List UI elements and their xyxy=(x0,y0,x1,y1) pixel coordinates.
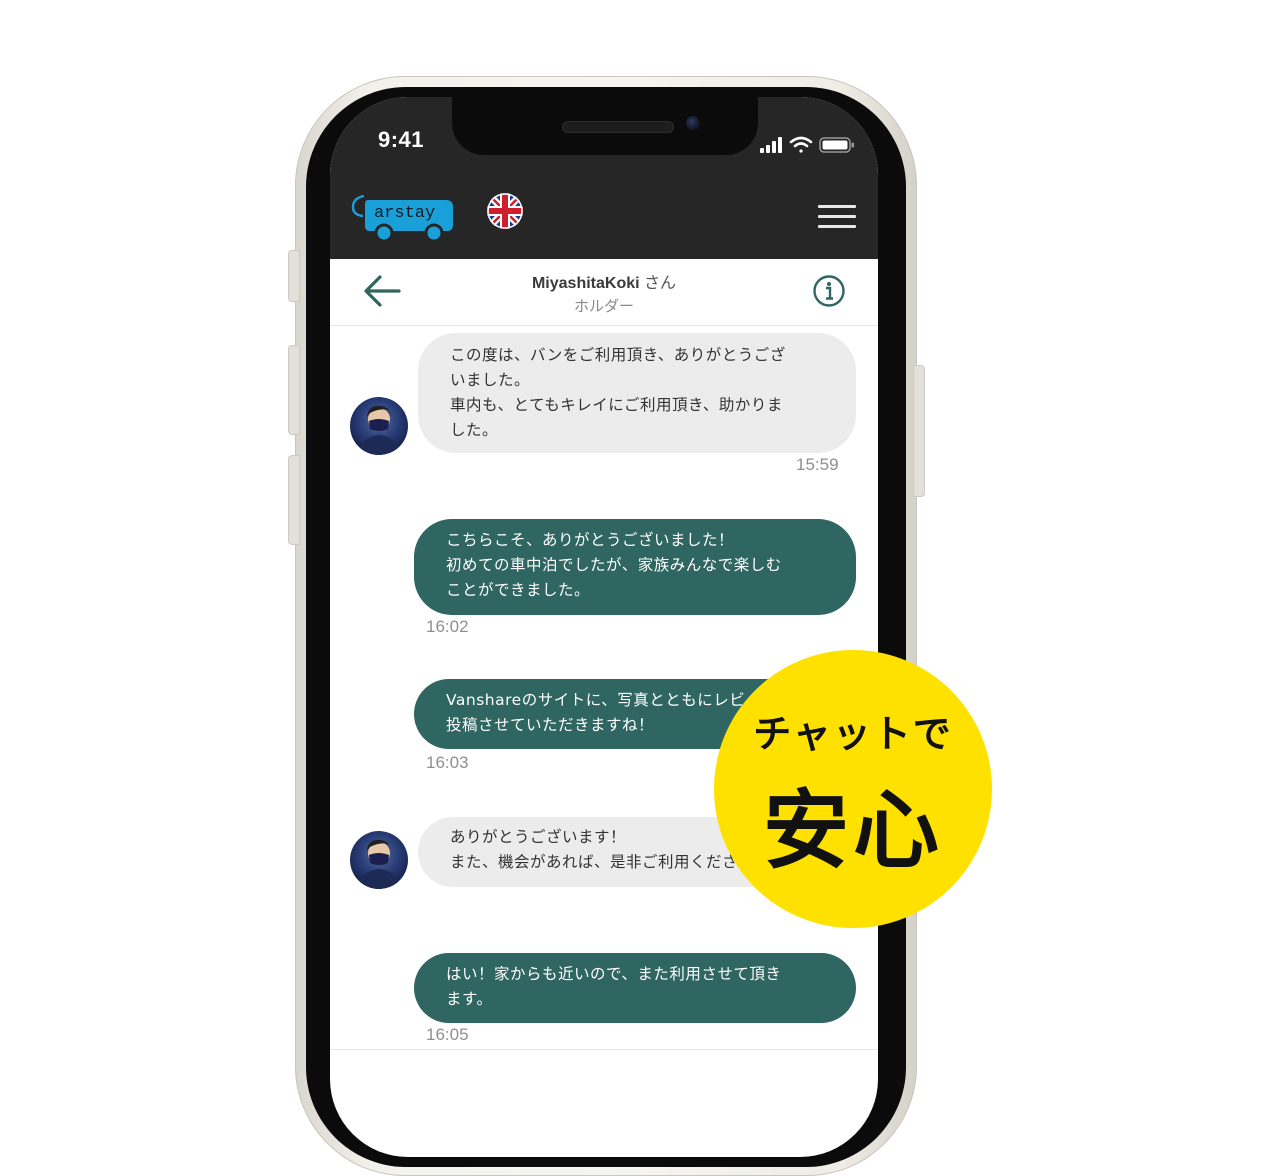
app-bar: 9:41 arstay xyxy=(330,97,878,259)
hamburger-menu-icon[interactable] xyxy=(818,205,856,231)
chat-partner-role: ホルダー xyxy=(573,297,634,315)
divider xyxy=(330,1049,878,1050)
front-camera xyxy=(686,116,700,130)
person-icon xyxy=(358,405,400,455)
silent-switch xyxy=(288,250,300,302)
message-outgoing: はい！家からも近いので、また利用させて頂き ます。 xyxy=(414,953,856,1023)
volume-down-button xyxy=(288,455,300,545)
badge-title: 安心 xyxy=(763,781,943,881)
status-icons xyxy=(760,136,854,153)
carstay-logo[interactable]: arstay xyxy=(350,192,460,244)
message-text: はい！家からも近いので、また利用させて頂き ます。 xyxy=(446,965,782,1008)
info-icon[interactable] xyxy=(812,274,846,308)
person-icon xyxy=(358,839,400,889)
message-time: 16:05 xyxy=(426,1025,469,1044)
signal-icon xyxy=(760,137,782,153)
message-time: 16:02 xyxy=(426,617,469,636)
message-time: 16:03 xyxy=(426,753,469,772)
message-text: この度は、バンをご利用頂き、ありがとうござ いました。 車内も、とてもキレイにご… xyxy=(450,346,786,439)
honorific-text: さん xyxy=(644,275,677,292)
notch xyxy=(452,97,758,155)
message-outgoing: こちらこそ、ありがとうございました！ 初めての車中泊でしたが、家族みんなで楽しむ… xyxy=(414,519,856,615)
avatar[interactable] xyxy=(350,397,408,455)
earpiece-speaker xyxy=(562,121,674,133)
chat-partner-name: MiyashitaKoki さん xyxy=(430,269,778,293)
status-time: 9:41 xyxy=(378,127,425,152)
back-arrow-icon[interactable] xyxy=(363,273,403,309)
phone-screen: 9:41 arstay MiyashitaKoki さん ホルダー この度は、バ… xyxy=(330,97,878,1157)
message-time: 15:59 xyxy=(796,455,839,474)
wifi-icon xyxy=(789,136,813,153)
message-text: こちらこそ、ありがとうございました！ 初めての車中泊でしたが、家族みんなで楽しむ… xyxy=(446,531,782,599)
chat-header: MiyashitaKoki さん ホルダー xyxy=(330,259,878,326)
promo-badge: チャットで 安心 xyxy=(714,650,992,928)
message-incoming: この度は、バンをご利用頂き、ありがとうござ いました。 車内も、とてもキレイにご… xyxy=(418,333,856,453)
power-button xyxy=(913,365,925,497)
partner-name-text: MiyashitaKoki xyxy=(531,275,640,292)
volume-up-button xyxy=(288,345,300,435)
uk-flag-icon[interactable] xyxy=(487,193,523,229)
logo-text: arstay xyxy=(374,204,435,223)
avatar[interactable] xyxy=(350,831,408,889)
badge-subtitle: チャットで xyxy=(753,712,953,756)
battery-icon xyxy=(819,137,854,153)
